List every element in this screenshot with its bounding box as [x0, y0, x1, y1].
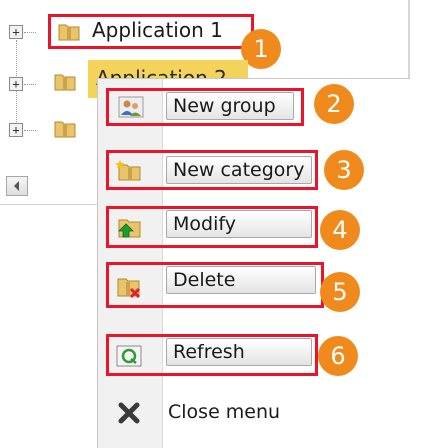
tree-expander[interactable]: +	[9, 123, 23, 137]
arrow-left-icon	[14, 181, 19, 191]
tree-connector	[24, 32, 36, 33]
folder-icon	[54, 74, 76, 91]
tree-expander[interactable]: +	[9, 77, 23, 91]
highlight-box	[106, 150, 318, 190]
highlight-box	[48, 14, 254, 49]
menu-item-label: Close menu	[168, 401, 281, 423]
callout-badge: 5	[320, 272, 360, 312]
highlight-box	[106, 206, 318, 248]
callout-badge: 6	[318, 336, 358, 376]
tree-connector	[24, 130, 36, 131]
callout-badge: 4	[320, 210, 360, 250]
tree-expander[interactable]: +	[9, 25, 23, 39]
highlight-box	[106, 262, 324, 308]
highlight-box	[106, 334, 318, 376]
scroll-left-button[interactable]	[6, 176, 28, 196]
folder-icon	[54, 121, 76, 138]
menu-item-close-menu[interactable]: Close menu	[106, 394, 346, 434]
tree-connector	[24, 84, 36, 85]
tree-bottom-border	[0, 204, 110, 205]
callout-badge: 3	[324, 150, 364, 190]
close-icon	[118, 402, 140, 424]
callout-badge: 2	[314, 84, 354, 124]
highlight-box	[106, 88, 304, 126]
